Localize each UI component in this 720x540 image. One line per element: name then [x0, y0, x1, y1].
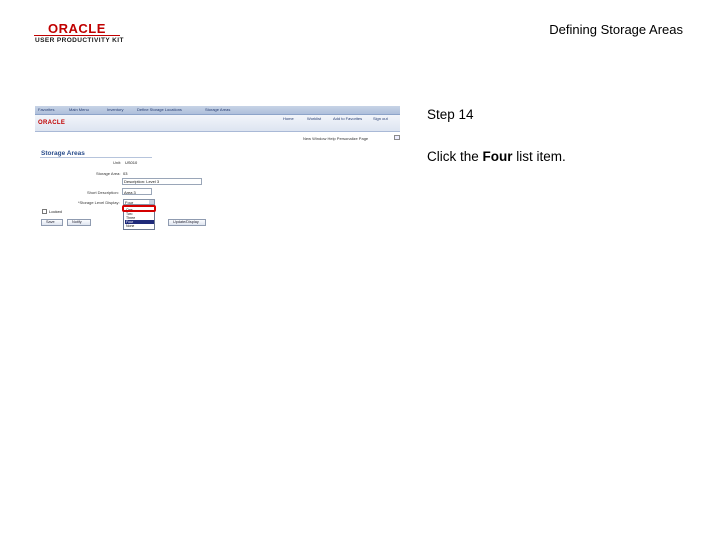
- heading-divider: [40, 157, 152, 158]
- app-brand-logo: ORACLE: [38, 120, 66, 126]
- notify-button[interactable]: Notify: [67, 219, 91, 226]
- breadcrumb-item[interactable]: Inventory: [107, 107, 123, 112]
- update-display-button[interactable]: Update/Display: [168, 219, 206, 226]
- list-item-none[interactable]: None: [125, 224, 154, 228]
- storage-level-display-label: *Storage Level Display:: [78, 200, 120, 205]
- breadcrumb-item[interactable]: Main Menu: [69, 107, 89, 112]
- page-links[interactable]: New Window Help Personalize Page: [303, 136, 368, 141]
- locked-label: Locked: [49, 209, 62, 214]
- short-description-label: Short Description:: [87, 190, 119, 195]
- save-button[interactable]: Save: [41, 219, 63, 226]
- short-description-value: Area 3: [124, 190, 136, 195]
- storage-area-label: Storage Area:: [96, 171, 121, 176]
- app-screenshot: Favorites Main Menu Inventory Define Sto…: [35, 106, 400, 234]
- logo-brand: ORACLE: [48, 21, 106, 36]
- sign-out-link[interactable]: Sign out: [373, 116, 388, 121]
- click-target-highlight: [122, 205, 156, 212]
- add-favorites-link[interactable]: Add to Favorites: [333, 116, 362, 121]
- logo-divider: [34, 35, 120, 36]
- logo-subtitle: USER PRODUCTIVITY KIT: [35, 37, 124, 44]
- unit-value: US010: [125, 160, 138, 165]
- instruction-suffix: list item.: [512, 149, 566, 164]
- storage-area-value: 03: [123, 171, 128, 176]
- page-icon[interactable]: [394, 135, 400, 140]
- description-value: Description: Level 3: [124, 179, 160, 184]
- instruction-target: Four: [482, 149, 513, 164]
- worklist-link[interactable]: Worklist: [307, 116, 321, 121]
- breadcrumb-item[interactable]: Define Storage Locations: [137, 107, 182, 112]
- step-number: Step 14: [427, 107, 474, 122]
- chevron-down-icon[interactable]: [149, 200, 154, 204]
- instruction-prefix: Click the: [427, 149, 483, 164]
- unit-label: Unit:: [113, 160, 122, 165]
- breadcrumb-item[interactable]: Favorites: [38, 107, 54, 112]
- oracle-upk-logo: ORACLE USER PRODUCTIVITY KIT: [32, 21, 132, 49]
- page-title: Defining Storage Areas: [549, 22, 683, 37]
- locked-checkbox[interactable]: [42, 209, 47, 214]
- storage-areas-heading: Storage Areas: [41, 150, 85, 157]
- breadcrumb-item[interactable]: Storage Areas: [205, 107, 230, 112]
- step-instruction: Click the Four list item.: [427, 149, 566, 164]
- breadcrumb-bar: Favorites Main Menu Inventory Define Sto…: [35, 106, 400, 115]
- home-link[interactable]: Home: [283, 116, 294, 121]
